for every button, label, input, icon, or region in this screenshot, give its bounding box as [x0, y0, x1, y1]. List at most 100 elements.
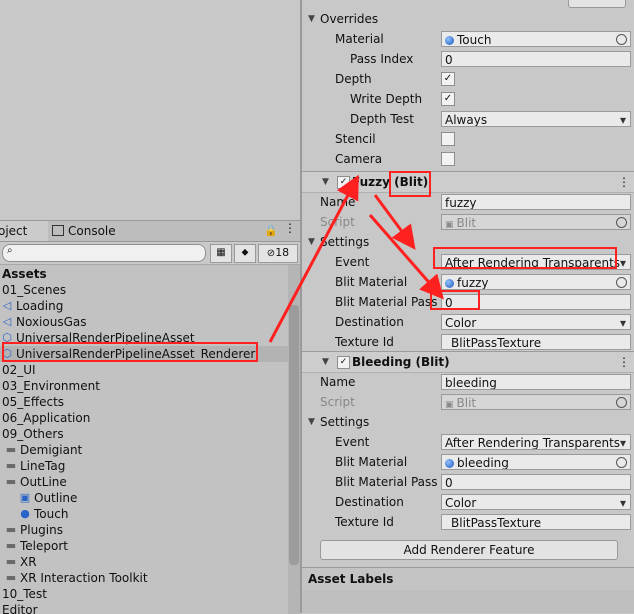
tree-item[interactable]: 09_Others — [0, 426, 288, 442]
bleeding-feature-header[interactable]: ▼ ✓ Bleeding (Blit) ⋮ — [302, 351, 634, 373]
top-button[interactable] — [568, 0, 626, 8]
tree-item[interactable]: ▬ Plugins — [0, 522, 288, 538]
search-input[interactable]: ⌕ — [2, 244, 206, 262]
fuzzy-name-field[interactable]: fuzzy — [441, 194, 631, 210]
folder-icon: ▬ — [5, 555, 17, 568]
object-picker-icon — [616, 397, 627, 408]
context-menu-icon[interactable]: ⋮ — [618, 352, 630, 372]
bleeding-blit-material-field[interactable]: bleeding — [441, 454, 631, 470]
tree-item[interactable]: 10_Test — [0, 586, 288, 602]
tree-item[interactable]: ▣ Outline — [0, 490, 288, 506]
tree-item-label: 06_Application — [2, 411, 91, 425]
tree-item[interactable]: 03_Environment — [0, 378, 288, 394]
bleeding-pass-label: Blit Material Pass I — [335, 475, 445, 489]
lock-icon[interactable]: 🔒 — [264, 224, 278, 237]
tree-item-label: 09_Others — [2, 427, 64, 441]
tree-item[interactable]: ◁ NoxiousGas — [0, 314, 288, 330]
bleeding-texture-field[interactable]: _BlitPassTexture — [441, 514, 631, 530]
tree-item[interactable]: ▬ Demigiant — [0, 442, 288, 458]
tree-item[interactable]: 05_Effects — [0, 394, 288, 410]
bleeding-destination-dropdown[interactable]: Color — [441, 494, 631, 510]
material-label: Material — [335, 32, 384, 46]
tree-item[interactable]: ▬ XR Interaction Toolkit — [0, 570, 288, 586]
annotation-box-blit — [389, 171, 431, 197]
bleeding-enabled-checkbox[interactable]: ✓ — [337, 356, 350, 369]
bleeding-event-row: Event After Rendering Transparents — [302, 432, 634, 452]
tab-console[interactable]: Console — [48, 221, 120, 241]
project-scrollbar[interactable] — [288, 265, 300, 614]
fuzzy-blit-material-field[interactable]: fuzzy — [441, 274, 631, 290]
scrollbar-thumb[interactable] — [289, 305, 299, 565]
tree-item[interactable]: ▬ OutLine — [0, 474, 288, 490]
tree-item[interactable]: 01_Scenes — [0, 282, 288, 298]
depth-test-row: Depth Test Always — [302, 109, 634, 129]
depth-label: Depth — [335, 72, 372, 86]
depth-test-dropdown[interactable]: Always — [441, 111, 631, 127]
bleeding-event-dropdown[interactable]: After Rendering Transparents — [441, 434, 631, 450]
pass-index-label: Pass Index — [350, 52, 414, 66]
fuzzy-event-label: Event — [335, 255, 370, 269]
material-field[interactable]: Touch — [441, 31, 631, 47]
tree-item-label: 03_Environment — [2, 379, 100, 393]
scene-view-area — [0, 0, 300, 220]
object-picker-icon[interactable] — [616, 34, 627, 45]
bleeding-name-value: bleeding — [445, 376, 497, 390]
pass-index-field[interactable]: 0 — [441, 51, 631, 67]
project-tabbar: oject Console 🔒 ⋮ — [0, 221, 300, 242]
tree-item[interactable]: 02_UI — [0, 362, 288, 378]
filter-by-label-button[interactable]: ⬥ — [234, 244, 256, 263]
folder-icon: ▬ — [5, 571, 17, 584]
asset-labels-bar[interactable]: Asset Labels — [302, 567, 634, 590]
tree-item-label: Demigiant — [20, 443, 83, 457]
depth-checkbox[interactable]: ✓ — [441, 72, 455, 86]
script-icon: ▣ — [445, 220, 454, 230]
tree-item-label: Outline — [34, 491, 78, 505]
write-depth-checkbox[interactable]: ✓ — [441, 92, 455, 106]
bleeding-name-field[interactable]: bleeding — [441, 374, 631, 390]
tree-item[interactable]: ● Touch — [0, 506, 288, 522]
bleeding-settings-foldout[interactable]: ▼ Settings — [302, 412, 634, 432]
unity-scene-icon: ◁ — [2, 299, 12, 312]
camera-checkbox[interactable] — [441, 152, 455, 166]
tree-item[interactable]: ▬ LineTag — [0, 458, 288, 474]
bleeding-texture-row: Texture Id _BlitPassTexture — [302, 512, 634, 532]
overrides-foldout[interactable]: ▼ Overrides — [302, 9, 634, 29]
context-menu-icon[interactable]: ⋮ — [618, 172, 630, 192]
tab-project[interactable]: oject — [0, 221, 48, 241]
write-depth-row: Write Depth ✓ — [302, 89, 634, 109]
annotation-box-pass — [430, 290, 480, 310]
add-renderer-feature-button[interactable]: Add Renderer Feature — [320, 540, 618, 560]
bleeding-script-value: Blit — [456, 396, 477, 410]
tree-item[interactable]: Assets — [0, 266, 288, 282]
bleeding-destination-label: Destination — [335, 495, 404, 509]
fuzzy-texture-field[interactable]: _BlitPassTexture — [441, 334, 631, 350]
stencil-checkbox[interactable] — [441, 132, 455, 146]
bleeding-pass-value: 0 — [445, 476, 453, 490]
fuzzy-destination-dropdown[interactable]: Color — [441, 314, 631, 330]
tab-menu-icon[interactable]: ⋮ — [284, 221, 296, 235]
fuzzy-destination-row: Destination Color — [302, 312, 634, 332]
bleeding-name-label: Name — [320, 375, 356, 389]
bleeding-pass-field[interactable]: 0 — [441, 474, 631, 490]
fuzzy-texture-row: Texture Id _BlitPassTexture — [302, 332, 634, 352]
fuzzy-settings-label: Settings — [320, 235, 370, 249]
filter-by-type-button[interactable]: ▦ — [210, 244, 232, 263]
tree-item[interactable]: 06_Application — [0, 410, 288, 426]
console-icon — [52, 225, 64, 236]
tree-item[interactable]: ▬ Teleport — [0, 538, 288, 554]
tree-item-label: 10_Test — [2, 587, 47, 601]
tree-item[interactable]: ◁ Loading — [0, 298, 288, 314]
pass-index-value: 0 — [445, 53, 453, 67]
tree-item[interactable]: ▬ XR — [0, 554, 288, 570]
hidden-packages-button[interactable]: ⊘18 — [258, 244, 298, 263]
foldout-arrow-icon: ▼ — [308, 417, 315, 427]
tree-item-label: 01_Scenes — [2, 283, 67, 297]
object-picker-icon[interactable] — [616, 457, 627, 468]
fuzzy-feature-header[interactable]: ▼ ✓ Fuzzy (Blit) ⋮ — [302, 171, 634, 193]
write-depth-label: Write Depth — [350, 92, 423, 106]
object-picker-icon[interactable] — [616, 277, 627, 288]
bleeding-blit-material-value: bleeding — [457, 456, 509, 470]
filter-icon: ▦ — [216, 247, 226, 258]
fuzzy-enabled-checkbox[interactable]: ✓ — [337, 176, 350, 189]
tree-item[interactable]: Editor — [0, 602, 288, 614]
